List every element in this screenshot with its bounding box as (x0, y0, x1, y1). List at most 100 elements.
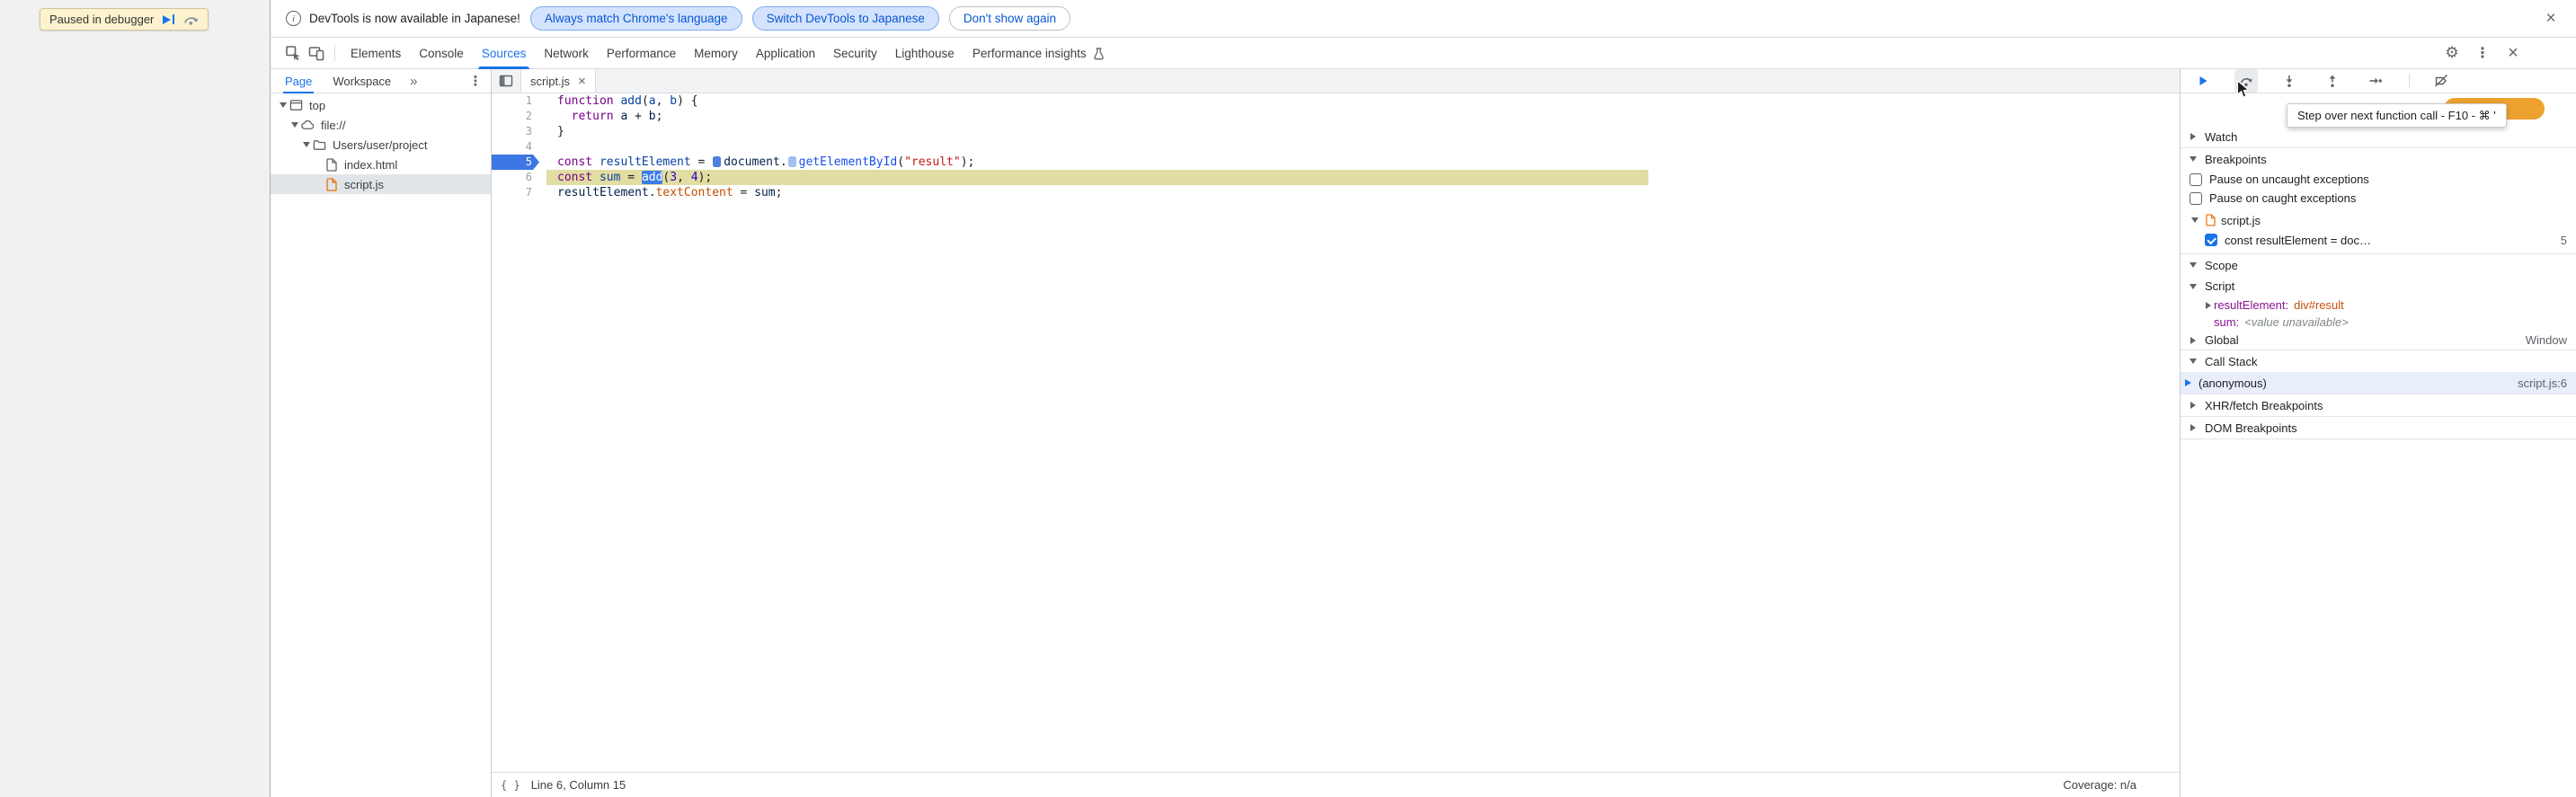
tree-item-project-folder[interactable]: Users/user/project (271, 135, 491, 155)
expander-icon (2188, 156, 2198, 162)
step-into-button[interactable] (2278, 69, 2301, 93)
devtools-main-toolbar: Elements Console Sources Network Perform… (271, 38, 2576, 69)
line-number[interactable]: 4 (492, 139, 539, 155)
navigator-menu-kebab-icon[interactable]: ⋮ (464, 69, 487, 93)
devtools-window: i DevTools is now available in Japanese!… (271, 0, 2576, 797)
xhr-breakpoints-section: XHR/fetch Breakpoints (2181, 394, 2576, 417)
line-number[interactable]: 3 (492, 124, 539, 139)
tab-memory[interactable]: Memory (685, 38, 747, 69)
call-stack-section-header[interactable]: Call Stack (2181, 350, 2576, 372)
global-scope-value: Window (2525, 333, 2567, 347)
deactivate-breakpoints-icon (2434, 74, 2448, 87)
debugger-sidebar: Step over next function call - F10 - ⌘ '… (2180, 69, 2576, 797)
debugger-sections: Watch Breakpoints Pause on uncaught exce… (2181, 93, 2576, 439)
js-file-icon (324, 177, 339, 191)
dom-breakpoints-section: DOM Breakpoints (2181, 417, 2576, 439)
breakpoint-checkbox[interactable] (2205, 234, 2217, 246)
tab-security[interactable]: Security (824, 38, 886, 69)
navigator-tab-workspace[interactable]: Workspace (331, 69, 393, 93)
breakpoint-entry-row[interactable]: const resultElement = doc… 5 (2181, 230, 2576, 250)
navigator-tab-page[interactable]: Page (283, 69, 315, 93)
step-over-arc-icon (184, 17, 199, 25)
xhr-breakpoints-header[interactable]: XHR/fetch Breakpoints (2181, 394, 2576, 416)
expander-icon[interactable] (2203, 302, 2214, 309)
line-number[interactable]: 7 (492, 185, 539, 200)
inline-breakpoint-marker[interactable] (787, 156, 796, 167)
scope-global-group[interactable]: Global Window (2181, 331, 2576, 350)
scope-script-group[interactable]: Script (2181, 276, 2576, 297)
navigator-pane: Page Workspace » ⋮ top file:// Users/use… (271, 69, 492, 797)
expander-icon[interactable] (278, 102, 289, 108)
always-match-language-button[interactable]: Always match Chrome's language (529, 6, 742, 31)
line-number[interactable]: 1 (492, 93, 539, 109)
more-tabs-icon[interactable]: » (410, 74, 417, 89)
tree-item-script-js[interactable]: script.js (271, 174, 491, 194)
line-number[interactable]: 2 (492, 109, 539, 124)
step-into-icon (2286, 75, 2293, 87)
dont-show-again-button[interactable]: Don't show again (948, 6, 1071, 31)
tab-network[interactable]: Network (535, 38, 598, 69)
scope-section-header[interactable]: Scope (2181, 254, 2576, 276)
device-toolbar-icon[interactable] (305, 41, 328, 65)
more-options-kebab-icon[interactable]: ⋮ (2470, 40, 2495, 66)
settings-gear-icon[interactable]: ⚙ (2439, 40, 2465, 66)
tab-console[interactable]: Console (410, 38, 473, 69)
tab-lighthouse[interactable]: Lighthouse (886, 38, 964, 69)
infobar-message: DevTools is now available in Japanese! (309, 12, 520, 25)
toggle-navigator-icon[interactable] (492, 69, 520, 93)
overlay-resume-button[interactable] (163, 14, 175, 24)
overlay-step-over-button[interactable] (183, 13, 199, 25)
expander-icon (2190, 217, 2200, 223)
expander-icon[interactable] (301, 142, 312, 147)
scope-section: Scope Script resultElement: div#result s… (2181, 254, 2576, 350)
expander-icon (2188, 424, 2198, 431)
expander-icon (2188, 133, 2198, 140)
call-stack-frame[interactable]: (anonymous) script.js:6 (2181, 372, 2576, 394)
tab-application[interactable]: Application (747, 38, 824, 69)
breakpoints-section: Breakpoints Pause on uncaught exceptions… (2181, 148, 2576, 254)
tab-sources[interactable]: Sources (473, 38, 536, 69)
tree-item-top[interactable]: top (271, 95, 491, 115)
tab-performance-insights[interactable]: Performance insights (964, 38, 1115, 69)
step-out-button[interactable] (2321, 69, 2344, 93)
expander-icon[interactable] (2188, 337, 2198, 344)
pause-uncaught-checkbox[interactable] (2190, 173, 2202, 186)
deactivate-breakpoints-button[interactable] (2429, 69, 2453, 93)
tab-performance[interactable]: Performance (598, 38, 685, 69)
code-line-4: 4 (492, 139, 2180, 155)
cursor-position-label: Line 6, Column 15 (530, 778, 626, 792)
tab-close-icon[interactable]: × (578, 75, 586, 88)
scope-variable-resultelement[interactable]: resultElement: div#result (2181, 297, 2576, 314)
resume-button[interactable] (2191, 69, 2215, 93)
frame-location: script.js:6 (2518, 376, 2567, 390)
language-infobar: i DevTools is now available in Japanese!… (271, 0, 2576, 38)
tree-item-index-html[interactable]: index.html (271, 155, 491, 174)
experiment-flask-icon (1092, 47, 1106, 60)
expander-icon[interactable] (289, 122, 300, 128)
breakpoint-file-group[interactable]: script.js (2181, 210, 2576, 230)
editor-tab-script-js[interactable]: script.js × (520, 69, 596, 93)
dom-breakpoints-header[interactable]: DOM Breakpoints (2181, 417, 2576, 438)
pretty-print-icon[interactable]: { } (501, 779, 520, 792)
close-devtools-icon[interactable]: × (2500, 40, 2526, 66)
line-number-breakpoint[interactable]: 5 (492, 155, 539, 170)
code-line-3: 3} (492, 124, 2180, 139)
inspect-element-icon[interactable] (281, 41, 305, 65)
switch-devtools-japanese-button[interactable]: Switch DevTools to Japanese (751, 6, 939, 31)
code-editor[interactable]: 1 function add(a, b) {2 return a + b; 3} 4 5… (492, 93, 2180, 772)
step-icon (2369, 77, 2382, 84)
step-button[interactable] (2364, 69, 2387, 93)
code-line-6: 6 const sum = add(3, 4); (492, 170, 2180, 185)
tree-item-file-scheme[interactable]: file:// (271, 115, 491, 135)
infobar-close-icon[interactable]: × (2538, 6, 2563, 31)
editor-statusbar: { } Line 6, Column 15 Coverage: n/a (492, 772, 2180, 797)
inline-breakpoint-marker[interactable] (713, 156, 722, 167)
watch-section-header[interactable]: Watch (2181, 126, 2576, 147)
line-number[interactable]: 6 (492, 170, 539, 185)
sources-panel: Page Workspace » ⋮ top file:// Users/use… (271, 69, 2576, 797)
scope-variable-sum[interactable]: sum: <value unavailable> (2181, 314, 2576, 331)
pause-caught-checkbox[interactable] (2190, 191, 2202, 205)
breakpoints-section-header[interactable]: Breakpoints (2181, 148, 2576, 170)
tab-elements[interactable]: Elements (342, 38, 410, 69)
cloud-icon (300, 120, 315, 130)
